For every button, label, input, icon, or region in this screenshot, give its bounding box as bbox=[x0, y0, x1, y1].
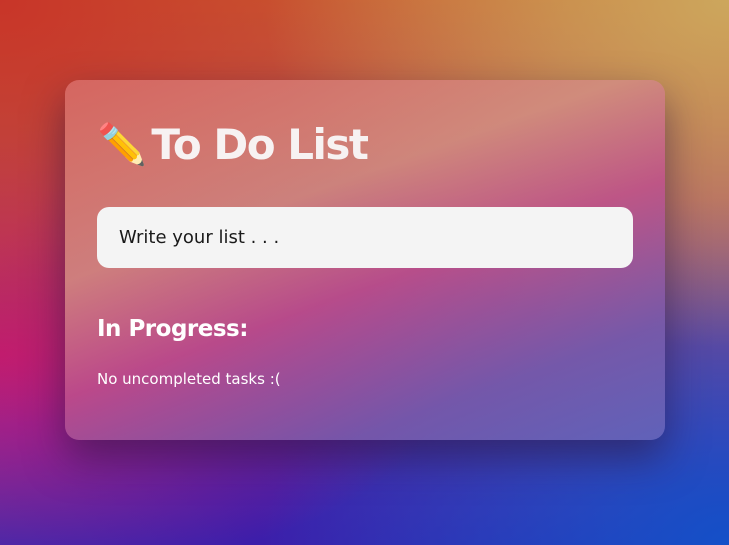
todo-card: ✏️ To Do List In Progress: No uncomplete… bbox=[65, 80, 665, 440]
pencil-icon: ✏️ bbox=[97, 122, 147, 168]
todo-input[interactable] bbox=[97, 207, 633, 268]
empty-tasks-message: No uncompleted tasks :( bbox=[97, 370, 281, 388]
page-title-text: To Do List bbox=[151, 120, 369, 169]
page-title: ✏️ To Do List bbox=[97, 120, 369, 170]
in-progress-heading: In Progress: bbox=[97, 316, 248, 342]
